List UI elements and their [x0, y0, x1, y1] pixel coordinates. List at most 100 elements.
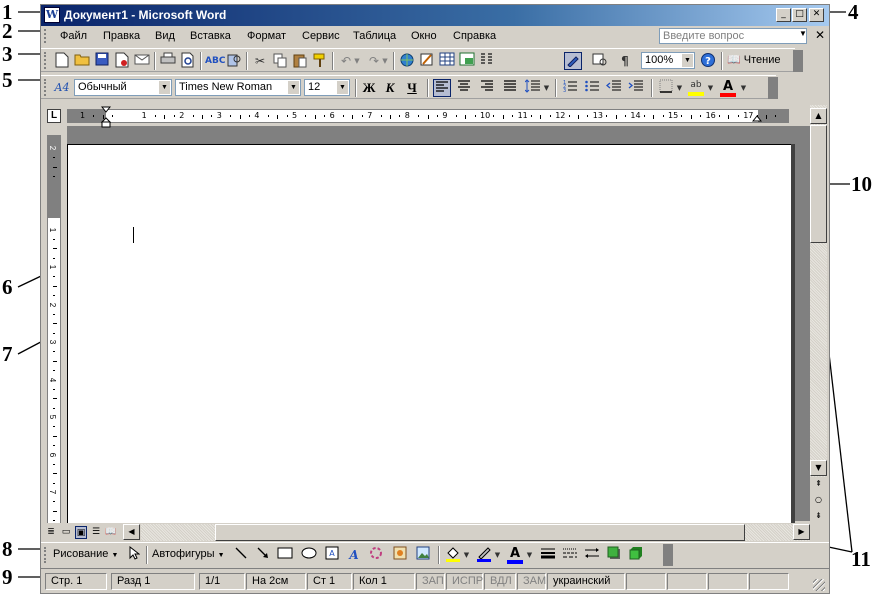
web-layout-icon[interactable]: ▭ [60, 526, 72, 539]
align-right-icon[interactable] [478, 79, 496, 97]
status-spelling[interactable] [626, 573, 666, 590]
align-center-icon[interactable] [455, 79, 473, 97]
help-icon[interactable]: ? [699, 52, 717, 70]
next-page-icon[interactable]: ⇟ [810, 509, 827, 525]
rectangle-icon[interactable] [276, 546, 294, 564]
drawing-toolbar-options-icon[interactable] [663, 544, 673, 566]
formatting-toolbar-options-icon[interactable] [768, 77, 778, 99]
status-pages[interactable]: 1/1 [199, 573, 245, 590]
resize-grip-icon[interactable] [813, 579, 825, 591]
formatting-toolbar-grip[interactable] [44, 79, 47, 96]
line-icon[interactable] [232, 546, 250, 564]
bullets-icon[interactable] [583, 79, 601, 97]
research-icon[interactable] [225, 52, 243, 70]
select-objects-icon[interactable] [125, 545, 143, 564]
font-color-icon[interactable]: A [719, 79, 737, 97]
menu-grip[interactable] [44, 29, 47, 43]
print-layout-icon[interactable]: ▣ [75, 526, 87, 539]
undo-dropdown-icon[interactable]: ▼ [352, 52, 362, 70]
status-overtype[interactable]: ЗАМ [517, 573, 546, 590]
bold-button[interactable]: Ж [360, 79, 378, 97]
justify-icon[interactable] [501, 79, 519, 97]
font-size-combo[interactable]: 12 ▼ [304, 79, 350, 96]
close-button[interactable]: ✕ [809, 8, 824, 22]
wordart-icon[interactable]: A [345, 546, 363, 564]
copy-icon[interactable] [271, 52, 289, 70]
new-document-icon[interactable] [53, 52, 71, 70]
ask-dropdown-arrow-icon[interactable]: ▼ [799, 29, 807, 38]
zoom-combo[interactable]: 100% ▼ [641, 52, 695, 69]
tab-selector-button[interactable]: L [47, 109, 61, 123]
scroll-right-icon[interactable]: ▶ [793, 524, 810, 540]
permission-icon[interactable] [113, 52, 131, 70]
fill-color-dropdown-icon[interactable]: ▼ [462, 546, 471, 564]
autoshapes-button[interactable]: Автофигуры ▼ [152, 548, 225, 560]
oval-icon[interactable] [300, 546, 318, 564]
font-dropdown-arrow-icon[interactable]: ▼ [288, 81, 299, 94]
print-preview-icon[interactable] [179, 52, 197, 70]
status-page[interactable]: Стр. 1 [45, 573, 107, 590]
vertical-scrollbar[interactable]: ▲ ▼ ⇞ ○ ⇟ [810, 105, 827, 525]
text-box-icon[interactable]: A [323, 546, 341, 564]
select-browse-object-icon[interactable]: ○ [810, 493, 827, 509]
standard-toolbar-grip[interactable] [44, 52, 47, 69]
decrease-indent-icon[interactable] [605, 79, 623, 97]
arrow-style-icon[interactable] [583, 546, 601, 564]
menu-help[interactable]: Справка [453, 30, 496, 42]
document-map-icon[interactable] [591, 52, 609, 70]
highlight-icon[interactable]: ab [687, 79, 705, 97]
show-formatting-icon[interactable]: ¶ [616, 52, 634, 70]
drawing-toolbar-grip[interactable] [44, 547, 47, 563]
status-track-changes[interactable]: ИСПР [446, 573, 483, 590]
scroll-down-icon[interactable]: ▼ [810, 460, 827, 476]
email-icon[interactable] [133, 52, 151, 70]
shadow-style-icon[interactable] [605, 546, 623, 564]
ask-question-input[interactable]: Введите вопрос [659, 28, 807, 44]
menu-insert[interactable]: Вставка [190, 30, 231, 42]
insert-excel-icon[interactable] [458, 52, 476, 70]
maximize-button[interactable]: □ [792, 8, 807, 22]
horizontal-scrollbar[interactable] [141, 524, 810, 541]
fill-color-icon[interactable] [444, 546, 462, 564]
normal-view-icon[interactable]: ≣ [45, 526, 57, 539]
vertical-ruler[interactable]: 2112345678 [47, 135, 61, 532]
paste-icon[interactable] [291, 52, 309, 70]
status-line[interactable]: Ст 1 [307, 573, 352, 590]
document-page[interactable] [67, 144, 791, 524]
3d-style-icon[interactable] [627, 546, 645, 564]
borders-icon[interactable] [657, 79, 675, 97]
insert-table-icon[interactable] [438, 52, 456, 70]
spelling-icon[interactable]: ABC [205, 52, 225, 70]
line-spacing-dropdown-icon[interactable]: ▼ [542, 79, 551, 97]
title-bar[interactable]: W Документ1 - Microsoft Word _ □ ✕ [41, 5, 829, 26]
menu-table[interactable]: Таблица [353, 30, 396, 42]
word-app-icon[interactable]: W [44, 7, 60, 23]
open-folder-icon[interactable] [73, 52, 91, 70]
line-color-dropdown-icon[interactable]: ▼ [493, 546, 502, 564]
scroll-left-icon[interactable]: ◀ [123, 524, 140, 540]
align-left-icon[interactable] [433, 79, 451, 97]
numbering-icon[interactable]: 123 [561, 79, 579, 97]
menu-edit[interactable]: Правка [103, 30, 140, 42]
redo-dropdown-icon[interactable]: ▼ [380, 52, 390, 70]
format-painter-icon[interactable] [311, 52, 329, 70]
highlight-dropdown-icon[interactable]: ▼ [706, 79, 715, 97]
status-record-macro[interactable]: ЗАП [416, 573, 445, 590]
font-size-dropdown-arrow-icon[interactable]: ▼ [337, 81, 348, 94]
menu-tools[interactable]: Сервис [302, 30, 340, 42]
line-color-icon[interactable] [475, 546, 493, 564]
style-combo[interactable]: Обычный ▼ [74, 79, 172, 96]
columns-icon[interactable] [478, 52, 496, 70]
arrow-icon[interactable] [254, 546, 272, 564]
outline-view-icon[interactable]: ☰ [90, 526, 102, 539]
menu-file[interactable]: Файл [60, 30, 87, 42]
insert-picture-icon[interactable] [414, 546, 432, 564]
cut-icon[interactable]: ✂ [251, 52, 269, 70]
line-spacing-icon[interactable] [524, 79, 542, 97]
menu-view[interactable]: Вид [155, 30, 175, 42]
hyperlink-icon[interactable] [398, 52, 416, 70]
draw-menu-button[interactable]: Рисование ▼ [53, 548, 118, 560]
zoom-dropdown-arrow-icon[interactable]: ▼ [682, 54, 693, 67]
status-language[interactable]: украинский [547, 573, 625, 590]
menu-window[interactable]: Окно [411, 30, 437, 42]
